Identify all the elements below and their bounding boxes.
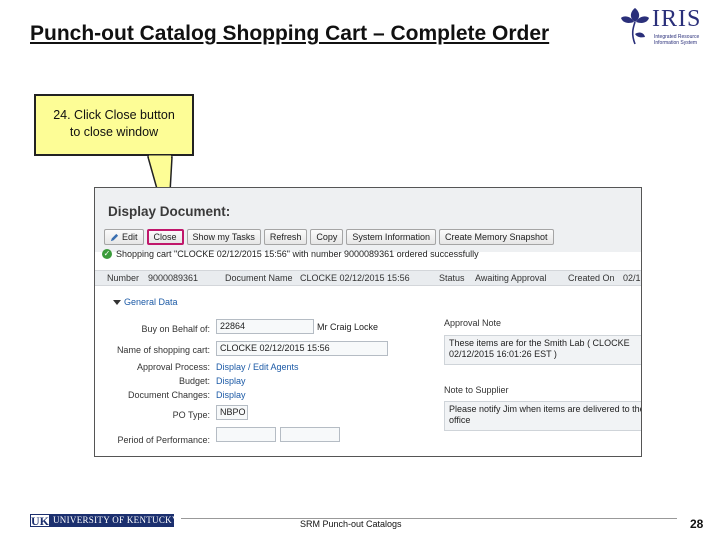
footer-divider — [181, 518, 677, 519]
document-header: Display Document: Edit Close Show my Tas… — [95, 188, 641, 252]
period-end-input[interactable] — [280, 427, 340, 442]
edit-button-label: Edit — [122, 232, 138, 242]
approval-note-text[interactable]: These items are for the Smith Lab ( CLOC… — [444, 335, 641, 365]
slide-title: Punch-out Catalog Shopping Cart – Comple… — [30, 22, 550, 45]
document-changes-link[interactable]: Display — [216, 390, 246, 400]
sap-screenshot: Display Document: Edit Close Show my Tas… — [94, 187, 642, 457]
document-changes-label: Document Changes: — [127, 390, 210, 400]
created-on-label: Created On — [568, 273, 615, 283]
budget-display-link[interactable]: Display — [216, 376, 246, 386]
document-status-bar: Number 9000089361 Document Name CLOCKE 0… — [95, 270, 641, 286]
created-on-value: 02/1 — [623, 273, 641, 283]
iris-logo: IRIS Integrated Resource Information Sys… — [618, 4, 710, 48]
buy-on-behalf-label: Buy on Behalf of: — [141, 324, 210, 334]
copy-button[interactable]: Copy — [310, 229, 344, 245]
uk-logo-mark: UK — [30, 514, 50, 528]
document-title: Display Document: — [108, 204, 231, 219]
uk-logo: UK UNIVERSITY OF KENTUCKY — [30, 514, 178, 528]
uk-logo-text: UNIVERSITY OF KENTUCKY — [53, 515, 179, 525]
refresh-button[interactable]: Refresh — [263, 229, 308, 245]
close-button[interactable]: Close — [146, 229, 184, 245]
success-check-icon: ✓ — [102, 249, 112, 259]
period-start-input[interactable] — [216, 427, 276, 442]
success-message-text: Shopping cart "CLOCKE 02/12/2015 15:56" … — [116, 249, 479, 259]
iris-flower-icon — [621, 8, 649, 45]
iris-wordmark: IRIS — [652, 6, 702, 32]
status-value: Awaiting Approval — [475, 273, 547, 283]
cart-name-input[interactable]: CLOCKE 02/12/2015 15:56 — [216, 341, 388, 356]
note-to-supplier-text[interactable]: Please notify Jim when items are deliver… — [444, 401, 641, 431]
triangle-down-icon — [113, 299, 121, 305]
system-information-button[interactable]: System Information — [346, 229, 436, 245]
show-my-tasks-button[interactable]: Show my Tasks — [186, 229, 261, 245]
toolbar: Edit Close Show my Tasks Refresh Copy Sy… — [104, 229, 554, 245]
approval-process-link[interactable]: Display / Edit Agents — [216, 362, 299, 372]
callout-line-2: to close window — [69, 125, 159, 139]
buy-on-behalf-name: Mr Craig Locke — [317, 322, 379, 332]
approval-note-label: Approval Note — [444, 318, 502, 328]
approval-process-label: Approval Process: — [136, 362, 210, 372]
pencil-icon — [110, 233, 119, 241]
general-data-label: General Data — [124, 297, 178, 307]
note-to-supplier-label: Note to Supplier — [444, 385, 509, 395]
period-of-performance-label: Period of Performance: — [117, 435, 210, 445]
budget-label: Budget: — [178, 376, 210, 386]
create-memory-snapshot-button[interactable]: Create Memory Snapshot — [438, 229, 554, 245]
footer-text: SRM Punch-out Catalogs — [300, 519, 402, 529]
callout-line-1: 24. Click Close button — [53, 108, 175, 122]
buy-on-behalf-input[interactable]: 22864 — [216, 319, 314, 334]
status-label: Status — [439, 273, 465, 283]
instruction-callout: 24. Click Close button to close window — [34, 94, 194, 156]
document-name-value: CLOCKE 02/12/2015 15:56 — [300, 273, 410, 283]
edit-button[interactable]: Edit — [104, 229, 144, 245]
po-type-label: PO Type: — [172, 410, 210, 420]
page-number: 28 — [690, 517, 704, 531]
success-message: ✓ Shopping cart "CLOCKE 02/12/2015 15:56… — [102, 249, 479, 259]
general-data-toggle[interactable]: General Data — [113, 297, 178, 307]
iris-tagline: Integrated Resource Information System — [654, 34, 700, 46]
po-type-input[interactable]: NBPO — [216, 405, 248, 420]
document-name-label: Document Name — [225, 273, 293, 283]
cart-name-label: Name of shopping cart: — [116, 345, 210, 355]
number-label: Number — [107, 273, 140, 283]
number-value: 9000089361 — [148, 273, 199, 283]
